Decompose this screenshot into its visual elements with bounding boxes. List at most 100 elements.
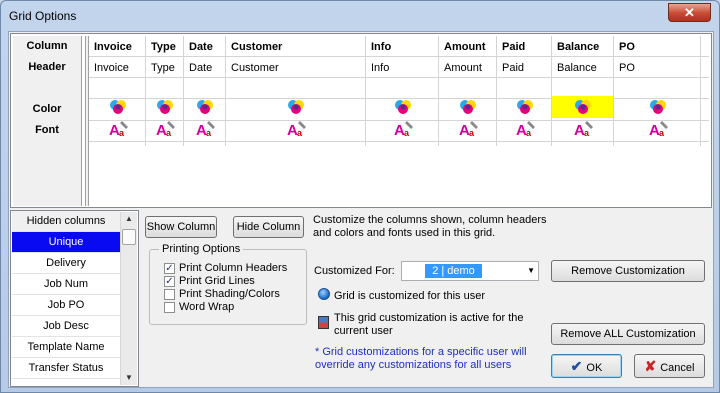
scroll-down-icon[interactable]: ▼	[121, 371, 137, 385]
color-cell[interactable]	[184, 96, 225, 118]
grid-column[interactable]: Paid Paid Aa	[497, 36, 552, 146]
font-icon[interactable]: Aa	[287, 120, 307, 139]
word-wrap-option[interactable]: Word Wrap	[164, 300, 234, 314]
columns-grid: Column Header Color Font Invoice Invoice A…	[10, 33, 712, 208]
grid-column[interactable]: Date Date Aa	[184, 36, 226, 146]
checkbox-checked-icon[interactable]: ✓	[164, 275, 175, 287]
column-header-text[interactable]: PO	[614, 62, 700, 74]
list-item[interactable]: Template Name	[12, 337, 120, 358]
list-item[interactable]: Job Num	[12, 274, 120, 295]
font-icon[interactable]: Aa	[394, 120, 414, 139]
customized-for-label: Customized For:	[314, 265, 395, 277]
window-title: Grid Options	[9, 9, 77, 23]
row-label-font: Font	[35, 124, 59, 136]
checkbox-checked-icon[interactable]: ✓	[164, 262, 175, 274]
print-column-headers-option[interactable]: ✓ Print Column Headers	[164, 261, 287, 275]
row-header-panel: Column Header Color Font	[13, 36, 82, 206]
grid-column[interactable]: Balance Balance Aa	[552, 36, 614, 146]
x-icon[interactable]: ✘	[645, 358, 657, 374]
color-palette-icon[interactable]	[459, 99, 477, 115]
ok-button[interactable]: ✔ OK	[551, 354, 622, 378]
checkbox-unchecked-icon[interactable]	[164, 288, 175, 300]
print-shading-colors-option[interactable]: Print Shading/Colors	[164, 287, 280, 301]
list-item[interactable]: Unique	[12, 232, 120, 253]
hide-column-button[interactable]: Hide Column	[233, 216, 304, 238]
color-palette-icon[interactable]	[196, 99, 214, 115]
row-label-column: Column	[26, 40, 68, 52]
color-palette-icon[interactable]	[649, 99, 667, 115]
column-name: Type	[151, 41, 176, 53]
color-cell[interactable]	[614, 96, 700, 118]
cancel-button[interactable]: ✘ Cancel	[634, 354, 705, 378]
column-name: Customer	[231, 41, 283, 53]
scroll-up-icon[interactable]: ▲	[121, 212, 137, 226]
color-palette-icon[interactable]	[394, 99, 412, 115]
customized-for-value[interactable]: 2 | demo	[425, 264, 482, 278]
font-icon[interactable]: Aa	[516, 120, 536, 139]
font-cell[interactable]: Aa	[89, 118, 145, 139]
grid-column[interactable]: Type Type Aa	[146, 36, 184, 146]
list-item[interactable]: Job PO	[12, 295, 120, 316]
list-item[interactable]: Delivery	[12, 253, 120, 274]
hidden-columns-list[interactable]: Hidden columns Unique Delivery Job Num J…	[10, 210, 139, 387]
remove-all-customization-button[interactable]: Remove ALL Customization	[551, 323, 705, 345]
font-icon[interactable]: Aa	[574, 120, 594, 139]
column-header-text[interactable]: Customer	[226, 62, 365, 74]
color-palette-icon[interactable]	[109, 99, 127, 115]
column-header-text[interactable]: Balance	[552, 62, 613, 74]
checkbox-unchecked-icon[interactable]	[164, 301, 175, 313]
color-cell[interactable]	[89, 96, 145, 118]
color-palette-icon[interactable]	[574, 99, 592, 115]
close-button[interactable]: ✕	[668, 3, 711, 22]
font-cell[interactable]: Aa	[226, 118, 365, 139]
color-palette-icon[interactable]	[156, 99, 174, 115]
font-cell[interactable]: Aa	[146, 118, 183, 139]
column-header-text[interactable]: Invoice	[89, 62, 145, 74]
svg-text:a: a	[119, 128, 125, 137]
font-icon[interactable]: Aa	[109, 120, 129, 139]
grid-column[interactable]: Invoice Invoice Aa	[89, 36, 146, 146]
column-header-text[interactable]: Amount	[439, 62, 496, 74]
color-cell[interactable]	[146, 96, 183, 118]
color-palette-icon[interactable]	[287, 99, 305, 115]
description-text: Customize the columns shown, column head…	[313, 214, 547, 239]
list-item[interactable]: Transfer Status	[12, 358, 120, 379]
font-icon[interactable]: Aa	[156, 120, 176, 139]
color-palette-icon[interactable]	[516, 99, 534, 115]
font-cell[interactable]: Aa	[184, 118, 225, 139]
column-name: Invoice	[94, 41, 132, 53]
font-cell[interactable]: Aa	[614, 118, 700, 139]
font-icon[interactable]: Aa	[196, 120, 216, 139]
font-icon[interactable]: Aa	[649, 120, 669, 139]
column-header-text[interactable]: Type	[146, 62, 183, 74]
show-column-button[interactable]: Show Column	[145, 216, 217, 238]
customized-for-select[interactable]: 2 | demo ▼	[401, 261, 539, 281]
grid-column[interactable]: Info Info Aa	[366, 36, 439, 146]
close-icon[interactable]: ✕	[684, 5, 695, 20]
grid-options-window: Grid Options ✕ Column Header Color Font …	[0, 0, 720, 393]
font-cell[interactable]: Aa	[366, 118, 438, 139]
scroll-thumb[interactable]	[122, 229, 136, 245]
list-scrollbar[interactable]: ▲ ▼	[120, 212, 137, 385]
list-item[interactable]: Job Desc	[12, 316, 120, 337]
color-cell[interactable]	[226, 96, 365, 118]
color-cell[interactable]	[497, 96, 551, 118]
color-cell[interactable]	[366, 96, 438, 118]
color-cell[interactable]	[552, 96, 613, 118]
color-cell[interactable]	[439, 96, 496, 118]
column-header-text[interactable]: Paid	[497, 62, 551, 74]
print-grid-lines-option[interactable]: ✓ Print Grid Lines	[164, 274, 255, 288]
font-cell[interactable]: Aa	[497, 118, 551, 139]
checkmark-icon[interactable]: ✔	[571, 358, 583, 374]
font-cell[interactable]: Aa	[552, 118, 613, 139]
column-name: PO	[619, 41, 635, 53]
remove-customization-button[interactable]: Remove Customization	[551, 260, 705, 282]
font-cell[interactable]: Aa	[439, 118, 496, 139]
font-icon[interactable]: Aa	[459, 120, 479, 139]
chevron-down-icon[interactable]: ▼	[527, 266, 535, 275]
grid-column[interactable]: PO PO Aa	[614, 36, 701, 146]
grid-column[interactable]: Customer Customer Aa	[226, 36, 366, 146]
grid-column[interactable]: Amount Amount Aa	[439, 36, 497, 146]
column-header-text[interactable]: Date	[184, 62, 225, 74]
column-header-text[interactable]: Info	[366, 62, 438, 74]
